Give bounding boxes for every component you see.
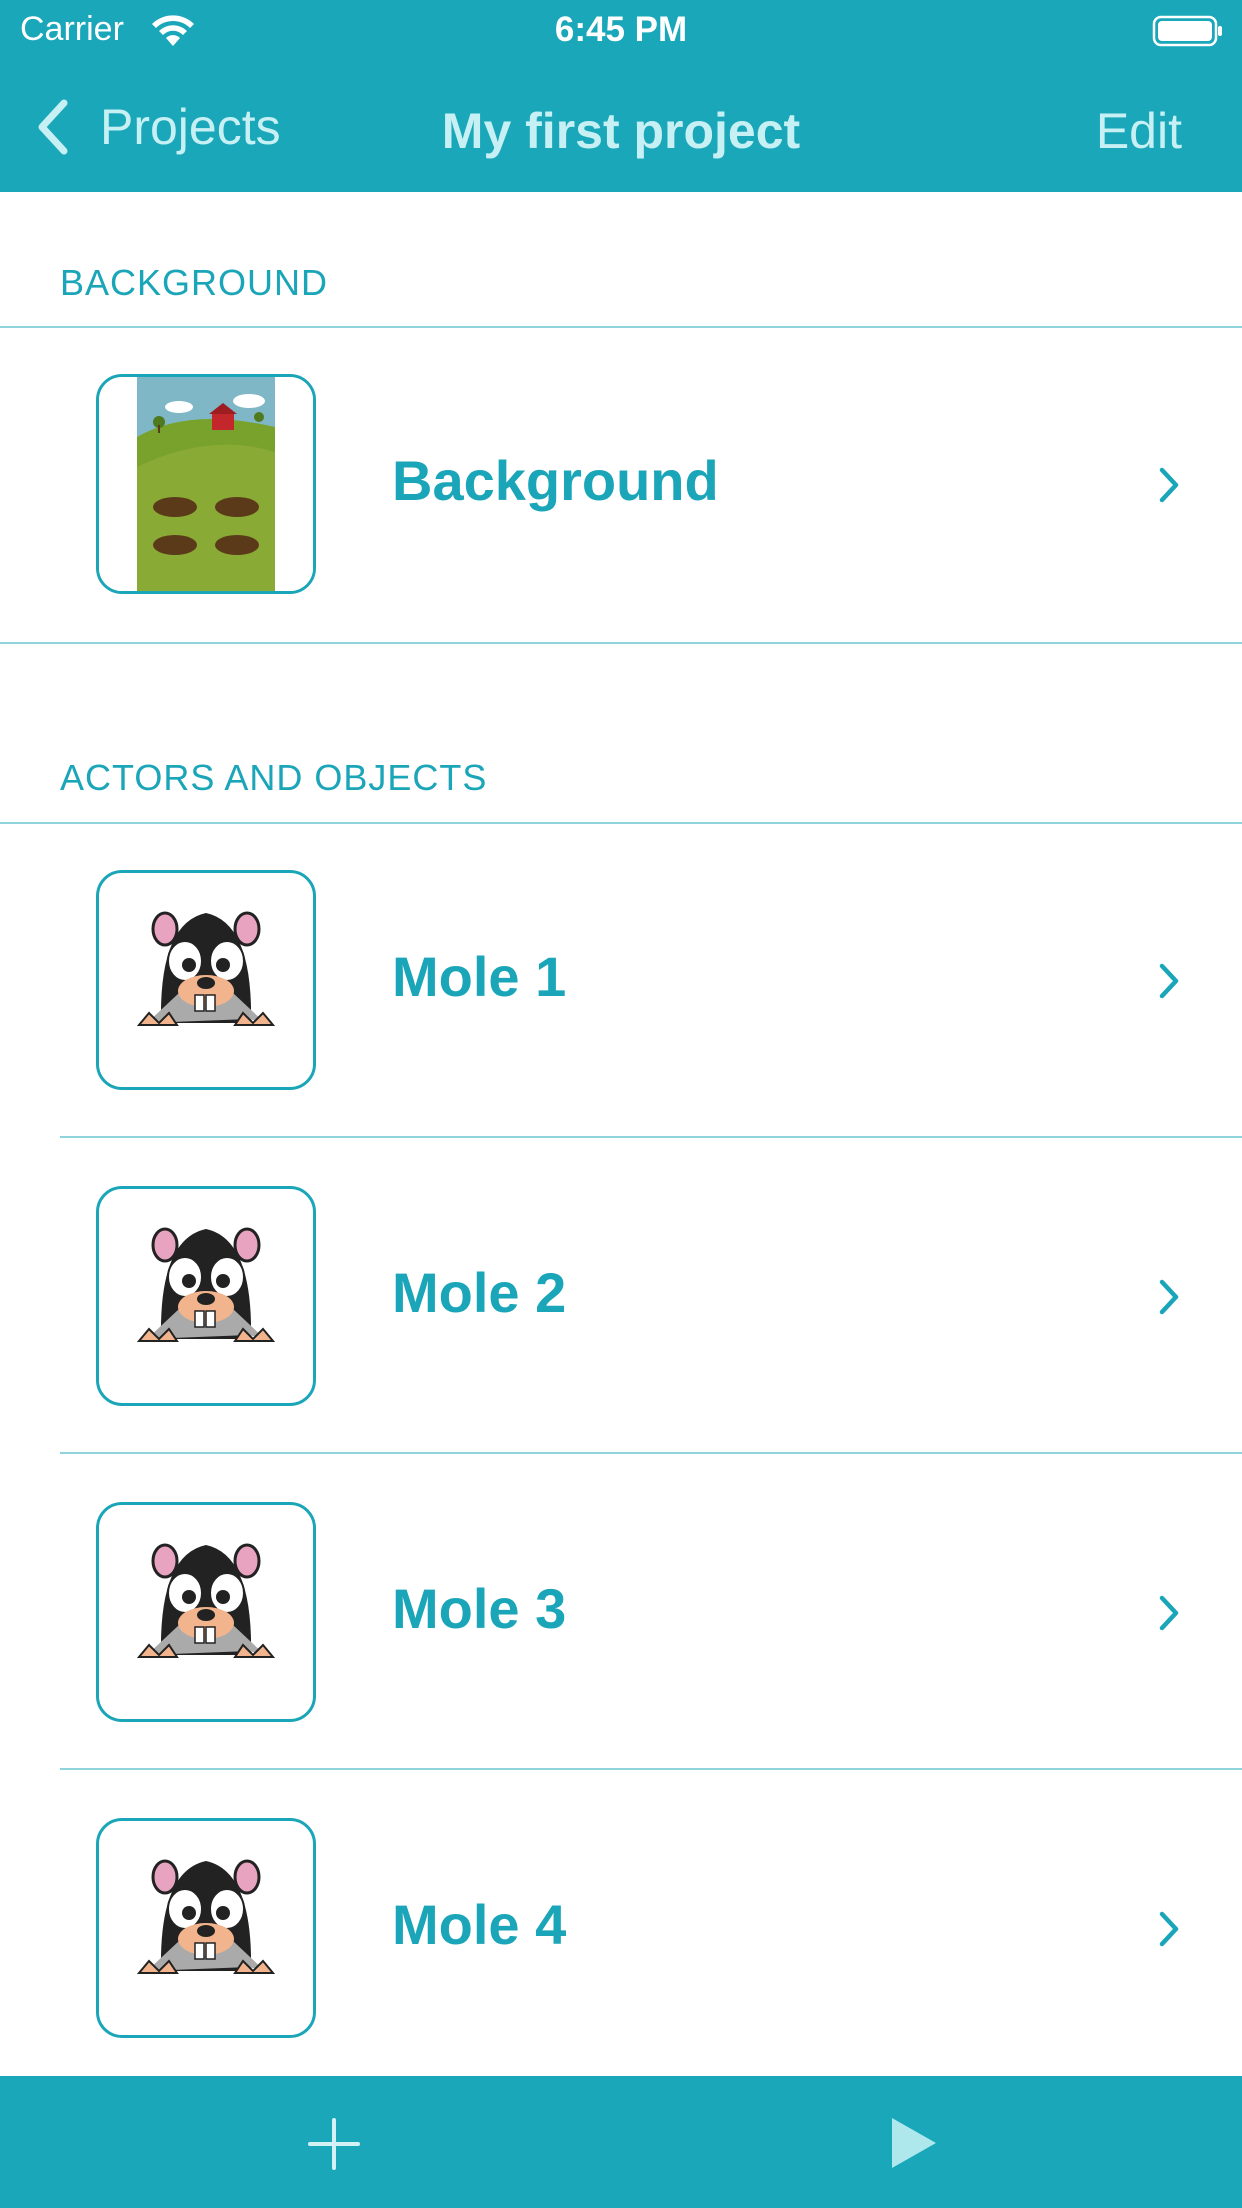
- background-thumbnail: [96, 374, 316, 594]
- list-item-label: Background: [392, 449, 719, 512]
- mole-thumbnail: [96, 1502, 316, 1722]
- list-item-label: Mole 1: [392, 945, 567, 1008]
- mole-image: [136, 1227, 276, 1342]
- chevron-right-icon: [1159, 963, 1179, 999]
- list-item-background[interactable]: Background: [0, 328, 1242, 642]
- list-item-label: Mole 4: [392, 1893, 567, 1956]
- divider: [0, 642, 1242, 644]
- chevron-left-icon: [38, 99, 68, 155]
- mole-thumbnail: [96, 1818, 316, 2038]
- farm-background-image: [99, 377, 313, 591]
- edit-button[interactable]: Edit: [1096, 102, 1182, 160]
- play-icon[interactable]: [888, 2114, 940, 2172]
- mole-image: [136, 911, 276, 1026]
- chevron-right-icon: [1159, 467, 1179, 503]
- divider: [60, 1452, 1242, 1454]
- battery-icon: [1152, 15, 1222, 47]
- navigation-bar: Projects My first project Edit: [0, 62, 1242, 192]
- divider: [60, 1768, 1242, 1770]
- back-button-label: Projects: [100, 99, 281, 155]
- section-header-background: BACKGROUND: [60, 262, 329, 303]
- list-item-mole-3[interactable]: Mole 3: [0, 1456, 1242, 1770]
- list-item-label: Mole 3: [392, 1577, 567, 1640]
- plus-icon[interactable]: [306, 2116, 362, 2172]
- list-item-mole-1[interactable]: Mole 1: [0, 824, 1242, 1138]
- mole-thumbnail: [96, 1186, 316, 1406]
- chevron-right-icon: [1159, 1279, 1179, 1315]
- list-item-mole-2[interactable]: Mole 2: [0, 1140, 1242, 1454]
- back-button[interactable]: Projects: [34, 96, 281, 158]
- list-item-label: Mole 2: [392, 1261, 567, 1324]
- mole-image: [136, 1859, 276, 1974]
- divider: [60, 1136, 1242, 1138]
- mole-thumbnail: [96, 870, 316, 1090]
- chevron-right-icon: [1159, 1595, 1179, 1631]
- status-time: 6:45 PM: [554, 10, 688, 49]
- bottom-toolbar: [0, 2076, 1242, 2208]
- chevron-right-icon: [1159, 1911, 1179, 1947]
- list-item-mole-4[interactable]: Mole 4: [0, 1772, 1242, 2086]
- section-header-actors: ACTORS AND OBJECTS: [60, 757, 488, 798]
- status-bar: Carrier 6:45 PM: [0, 0, 1242, 62]
- mole-image: [136, 1543, 276, 1658]
